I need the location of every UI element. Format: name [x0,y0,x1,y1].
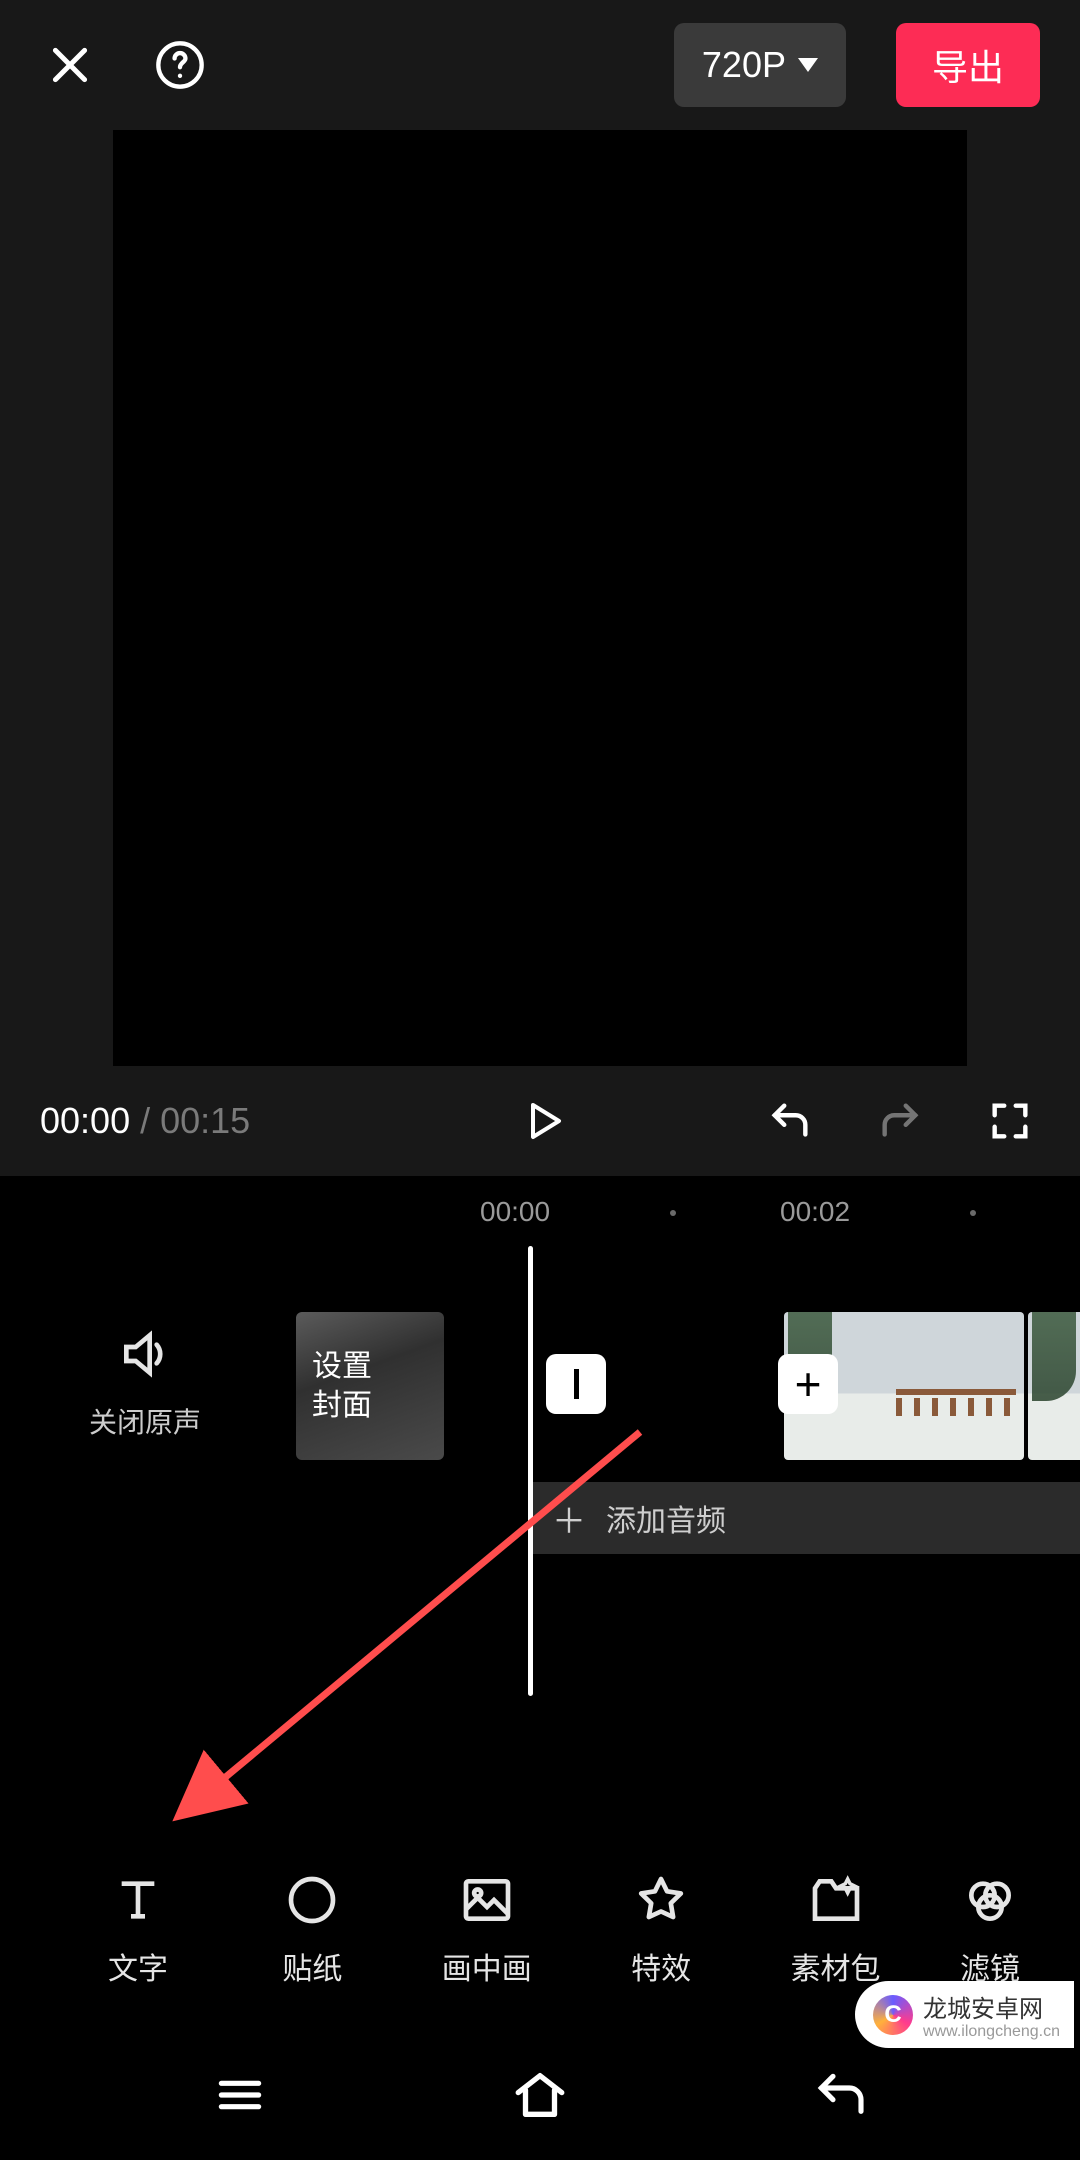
ruler-mark: 00:02 [780,1196,850,1228]
fullscreen-button[interactable] [980,1091,1040,1151]
watermark-subtitle: www.ilongcheng.cn [923,2024,1060,2040]
ruler-dot [670,1210,676,1216]
tool-label: 特效 [631,1944,691,1988]
set-cover-button[interactable]: 设置 封面 [296,1312,444,1460]
nav-home-button[interactable] [510,2065,570,2125]
watermark-title: 龙城安卓网 [923,1996,1043,2023]
export-label: 导出 [932,39,1004,91]
play-button[interactable] [513,1091,573,1151]
nav-menu-button[interactable] [210,2065,270,2125]
redo-button[interactable] [870,1091,930,1151]
speaker-icon [117,1326,173,1382]
tool-effect[interactable]: 特效 [591,1872,731,1988]
cover-label-2: 封面 [312,1386,428,1425]
tool-label: 画中画 [442,1944,532,1988]
add-audio-button[interactable]: ＋ 添加音频 [528,1482,1080,1554]
timeline[interactable]: 00:00 00:02 关闭原声 设置 封面 + ＋ 添加音频 [0,1176,1080,1830]
resolution-select[interactable]: 720P [674,23,846,107]
ruler-mark: 00:00 [480,1196,550,1228]
add-audio-label: 添加音频 [606,1496,726,1540]
video-clip[interactable] [1028,1312,1080,1460]
sticker-icon [284,1872,340,1928]
video-preview[interactable] [113,130,967,1066]
dropdown-arrow-icon [798,58,818,72]
watermark-logo-icon [873,1995,913,2035]
watermark: 龙城安卓网 www.ilongcheng.cn [855,1981,1074,2048]
playhead[interactable] [528,1246,533,1696]
cover-label-1: 设置 [312,1347,428,1386]
tool-label: 文字 [108,1944,168,1988]
mute-original-audio[interactable]: 关闭原声 [0,1326,290,1441]
tool-material[interactable]: 素材包 [766,1872,906,1988]
current-time: 00:00 [40,1100,130,1142]
tool-filter[interactable]: 滤镜 [940,1872,1040,1988]
tool-sticker[interactable]: 贴纸 [242,1872,382,1988]
folder-sparkle-icon [808,1872,864,1928]
filter-icon [962,1872,1018,1928]
tool-text[interactable]: 文字 [68,1872,208,1988]
add-clip-button[interactable]: + [778,1354,838,1414]
plus-icon: ＋ [552,1494,586,1543]
total-time: 00:15 [160,1100,250,1142]
tool-pip[interactable]: 画中画 [417,1872,557,1988]
export-button[interactable]: 导出 [896,23,1040,107]
nav-back-button[interactable] [810,2065,870,2125]
tool-label: 贴纸 [282,1944,342,1988]
transition-button[interactable] [546,1354,606,1414]
star-icon [633,1872,689,1928]
text-icon [110,1872,166,1928]
undo-button[interactable] [760,1091,820,1151]
time-separator: / [130,1100,160,1142]
tool-label: 素材包 [791,1944,881,1988]
mute-label: 关闭原声 [0,1401,290,1441]
ruler-dot [970,1210,976,1216]
help-button[interactable] [150,35,210,95]
pip-icon [459,1872,515,1928]
close-button[interactable] [40,35,100,95]
resolution-label: 720P [702,44,786,86]
